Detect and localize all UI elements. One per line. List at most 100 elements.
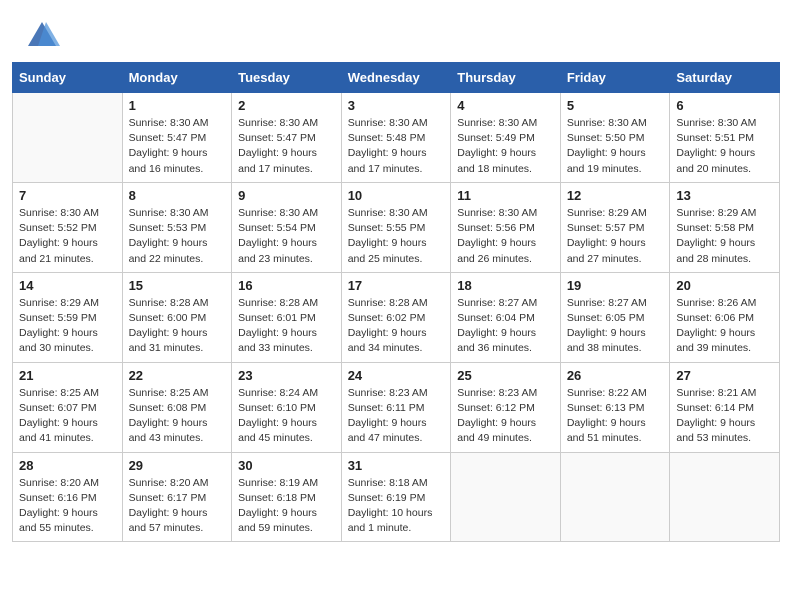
day-number: 10 [348, 188, 445, 203]
day-number: 24 [348, 368, 445, 383]
day-number: 12 [567, 188, 664, 203]
day-info: Sunrise: 8:23 AM Sunset: 6:12 PM Dayligh… [457, 386, 554, 447]
week-row-1: 7 Sunrise: 8:30 AM Sunset: 5:52 PM Daylig… [13, 182, 780, 272]
day-info: Sunrise: 8:20 AM Sunset: 6:16 PM Dayligh… [19, 476, 116, 537]
day-number: 15 [129, 278, 226, 293]
day-cell: 8 Sunrise: 8:30 AM Sunset: 5:53 PM Daylig… [122, 182, 232, 272]
day-info: Sunrise: 8:30 AM Sunset: 5:50 PM Dayligh… [567, 116, 664, 177]
day-cell: 31 Sunrise: 8:18 AM Sunset: 6:19 PM Dayli… [341, 452, 451, 542]
calendar-wrapper: SundayMondayTuesdayWednesdayThursdayFrid… [0, 62, 792, 554]
day-info: Sunrise: 8:30 AM Sunset: 5:48 PM Dayligh… [348, 116, 445, 177]
day-number: 3 [348, 98, 445, 113]
day-cell: 21 Sunrise: 8:25 AM Sunset: 6:07 PM Dayli… [13, 362, 123, 452]
day-cell: 4 Sunrise: 8:30 AM Sunset: 5:49 PM Daylig… [451, 93, 561, 183]
day-number: 7 [19, 188, 116, 203]
day-cell [670, 452, 780, 542]
day-cell: 1Sunrise: 8:30 AM Sunset: 5:47 PM Daylig… [122, 93, 232, 183]
day-number: 28 [19, 458, 116, 473]
weekday-tuesday: Tuesday [232, 63, 342, 93]
day-number: 25 [457, 368, 554, 383]
day-cell: 18 Sunrise: 8:27 AM Sunset: 6:04 PM Dayli… [451, 272, 561, 362]
day-number: 19 [567, 278, 664, 293]
day-info: Sunrise: 8:25 AM Sunset: 6:08 PM Dayligh… [129, 386, 226, 447]
day-cell: 25 Sunrise: 8:23 AM Sunset: 6:12 PM Dayli… [451, 362, 561, 452]
day-info: Sunrise: 8:30 AM Sunset: 5:54 PM Dayligh… [238, 206, 335, 267]
day-number: 5 [567, 98, 664, 113]
day-info: Sunrise: 8:29 AM Sunset: 5:59 PM Dayligh… [19, 296, 116, 357]
day-info: Sunrise: 8:20 AM Sunset: 6:17 PM Dayligh… [129, 476, 226, 537]
day-cell: 19 Sunrise: 8:27 AM Sunset: 6:05 PM Dayli… [560, 272, 670, 362]
day-cell: 12 Sunrise: 8:29 AM Sunset: 5:57 PM Dayli… [560, 182, 670, 272]
weekday-header-row: SundayMondayTuesdayWednesdayThursdayFrid… [13, 63, 780, 93]
weekday-sunday: Sunday [13, 63, 123, 93]
weekday-wednesday: Wednesday [341, 63, 451, 93]
day-number: 23 [238, 368, 335, 383]
day-cell: 26Sunrise: 8:22 AM Sunset: 6:13 PM Dayli… [560, 362, 670, 452]
week-row-2: 14 Sunrise: 8:29 AM Sunset: 5:59 PM Dayli… [13, 272, 780, 362]
week-row-0: 1Sunrise: 8:30 AM Sunset: 5:47 PM Daylig… [13, 93, 780, 183]
day-info: Sunrise: 8:30 AM Sunset: 5:47 PM Dayligh… [238, 116, 335, 177]
day-number: 4 [457, 98, 554, 113]
day-number: 6 [676, 98, 773, 113]
day-info: Sunrise: 8:30 AM Sunset: 5:51 PM Dayligh… [676, 116, 773, 177]
day-number: 30 [238, 458, 335, 473]
day-cell: 29 Sunrise: 8:20 AM Sunset: 6:17 PM Dayli… [122, 452, 232, 542]
day-info: Sunrise: 8:30 AM Sunset: 5:52 PM Dayligh… [19, 206, 116, 267]
day-number: 14 [19, 278, 116, 293]
day-cell: 5 Sunrise: 8:30 AM Sunset: 5:50 PM Daylig… [560, 93, 670, 183]
day-info: Sunrise: 8:30 AM Sunset: 5:55 PM Dayligh… [348, 206, 445, 267]
day-number: 22 [129, 368, 226, 383]
calendar-table: SundayMondayTuesdayWednesdayThursdayFrid… [12, 62, 780, 542]
day-cell [560, 452, 670, 542]
weekday-monday: Monday [122, 63, 232, 93]
day-number: 11 [457, 188, 554, 203]
day-info: Sunrise: 8:23 AM Sunset: 6:11 PM Dayligh… [348, 386, 445, 447]
weekday-thursday: Thursday [451, 63, 561, 93]
day-info: Sunrise: 8:27 AM Sunset: 6:05 PM Dayligh… [567, 296, 664, 357]
header [0, 0, 792, 62]
day-info: Sunrise: 8:24 AM Sunset: 6:10 PM Dayligh… [238, 386, 335, 447]
day-cell [451, 452, 561, 542]
day-cell: 15 Sunrise: 8:28 AM Sunset: 6:00 PM Dayli… [122, 272, 232, 362]
day-cell: 24 Sunrise: 8:23 AM Sunset: 6:11 PM Dayli… [341, 362, 451, 452]
day-info: Sunrise: 8:30 AM Sunset: 5:49 PM Dayligh… [457, 116, 554, 177]
day-info: Sunrise: 8:21 AM Sunset: 6:14 PM Dayligh… [676, 386, 773, 447]
day-number: 20 [676, 278, 773, 293]
day-info: Sunrise: 8:28 AM Sunset: 6:01 PM Dayligh… [238, 296, 335, 357]
day-info: Sunrise: 8:29 AM Sunset: 5:58 PM Dayligh… [676, 206, 773, 267]
day-cell: 30 Sunrise: 8:19 AM Sunset: 6:18 PM Dayli… [232, 452, 342, 542]
day-info: Sunrise: 8:19 AM Sunset: 6:18 PM Dayligh… [238, 476, 335, 537]
day-number: 29 [129, 458, 226, 473]
day-info: Sunrise: 8:27 AM Sunset: 6:04 PM Dayligh… [457, 296, 554, 357]
week-row-3: 21 Sunrise: 8:25 AM Sunset: 6:07 PM Dayli… [13, 362, 780, 452]
day-cell: 27 Sunrise: 8:21 AM Sunset: 6:14 PM Dayli… [670, 362, 780, 452]
day-cell: 11Sunrise: 8:30 AM Sunset: 5:56 PM Dayli… [451, 182, 561, 272]
day-cell: 7 Sunrise: 8:30 AM Sunset: 5:52 PM Daylig… [13, 182, 123, 272]
day-info: Sunrise: 8:25 AM Sunset: 6:07 PM Dayligh… [19, 386, 116, 447]
day-number: 27 [676, 368, 773, 383]
day-cell: 10 Sunrise: 8:30 AM Sunset: 5:55 PM Dayli… [341, 182, 451, 272]
day-cell: 28 Sunrise: 8:20 AM Sunset: 6:16 PM Dayli… [13, 452, 123, 542]
day-info: Sunrise: 8:28 AM Sunset: 6:00 PM Dayligh… [129, 296, 226, 357]
day-number: 2 [238, 98, 335, 113]
day-cell [13, 93, 123, 183]
page: SundayMondayTuesdayWednesdayThursdayFrid… [0, 0, 792, 612]
day-number: 31 [348, 458, 445, 473]
day-number: 8 [129, 188, 226, 203]
day-info: Sunrise: 8:18 AM Sunset: 6:19 PM Dayligh… [348, 476, 445, 537]
day-number: 21 [19, 368, 116, 383]
day-number: 17 [348, 278, 445, 293]
day-number: 16 [238, 278, 335, 293]
day-cell: 20Sunrise: 8:26 AM Sunset: 6:06 PM Dayli… [670, 272, 780, 362]
weekday-friday: Friday [560, 63, 670, 93]
day-number: 9 [238, 188, 335, 203]
logo-icon [24, 18, 60, 54]
day-info: Sunrise: 8:30 AM Sunset: 5:47 PM Dayligh… [129, 116, 226, 177]
day-info: Sunrise: 8:30 AM Sunset: 5:53 PM Dayligh… [129, 206, 226, 267]
day-cell: 22 Sunrise: 8:25 AM Sunset: 6:08 PM Dayli… [122, 362, 232, 452]
day-info: Sunrise: 8:29 AM Sunset: 5:57 PM Dayligh… [567, 206, 664, 267]
day-number: 18 [457, 278, 554, 293]
weekday-saturday: Saturday [670, 63, 780, 93]
day-cell: 17Sunrise: 8:28 AM Sunset: 6:02 PM Dayli… [341, 272, 451, 362]
week-row-4: 28 Sunrise: 8:20 AM Sunset: 6:16 PM Dayli… [13, 452, 780, 542]
